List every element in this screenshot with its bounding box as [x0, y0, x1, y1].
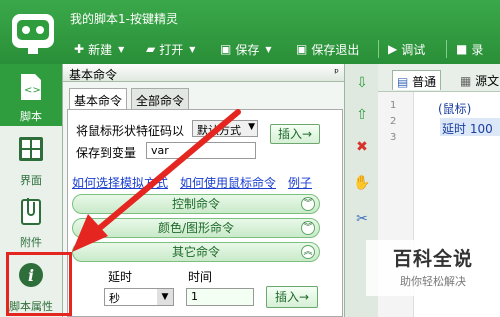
panel-title-text: 基本命令 — [69, 68, 118, 82]
double-chevron-down-icon: ︾ — [301, 197, 315, 211]
tab-all-commands[interactable]: 全部命令 — [131, 88, 190, 110]
debug-button[interactable]: ▶ 调试 — [388, 38, 425, 60]
link-example[interactable]: 例子 — [288, 174, 312, 191]
delay-label: 延时 — [108, 270, 133, 284]
move-up-icon[interactable]: ⇧ — [353, 106, 371, 124]
sidebar-item-label: 界面 — [20, 174, 42, 187]
code-line-1[interactable]: (鼠标) — [438, 100, 471, 117]
floppy-icon: ▣ — [220, 42, 232, 56]
open-button[interactable]: ▰ 打开 ▼ — [146, 38, 195, 60]
category-label: 颜色/图形命令 — [157, 221, 235, 235]
category-label: 控制命令 — [171, 197, 220, 211]
save-button[interactable]: ▣ 保存 ▼ — [220, 38, 272, 60]
double-chevron-down-icon: ︾ — [301, 221, 315, 235]
chevron-down-icon: ▼ — [189, 44, 196, 54]
play-icon: ▶ — [388, 42, 398, 56]
save-exit-label: 保存退出 — [311, 42, 360, 57]
sidebar-item-interface[interactable]: 界面 — [0, 128, 62, 190]
watermark-title: 百科全说 — [392, 248, 473, 270]
attachment-icon — [21, 198, 41, 225]
time-label: 时间 — [188, 270, 213, 284]
code-line-2[interactable]: 延时 100 — [442, 120, 493, 137]
insert-delay-button[interactable]: 插入→ — [266, 286, 318, 308]
panel-title: 基本命令 ᵖ — [63, 64, 345, 82]
script-icon: <> — [21, 74, 41, 100]
save-label: 保存 — [235, 42, 260, 57]
tab-body: 将鼠标形状特征码以 默认方式 ▼ 插入→ 保存到变量 var 如何选择模拟方式 … — [67, 109, 343, 317]
time-unit-value: 秒 — [109, 292, 120, 305]
sidebar-item-attachment[interactable]: 附件 — [0, 190, 62, 252]
category-label: 其它命令 — [171, 245, 220, 259]
line-number: 3 — [390, 132, 397, 143]
sidebar-item-label: 脚本 — [20, 110, 42, 123]
chevron-down-icon: ▼ — [265, 44, 272, 54]
watermark-logo: 百科全说 助你轻松解决 — [366, 240, 500, 296]
cursor-mode-value: 默认方式 — [197, 124, 241, 137]
app-logo-icon — [12, 14, 54, 54]
tab-label: 源文 — [475, 74, 500, 88]
title-toolbar-bar: 我的脚本1-按键精灵 ✚ 新建 ▼ ▰ 打开 ▼ ▣ 保存 ▼ ▣ 保存退出 ▶… — [0, 0, 500, 64]
time-unit-select[interactable]: 秒 ▼ — [104, 288, 174, 306]
record-button[interactable]: ■ 录 — [456, 38, 483, 60]
move-down-icon[interactable]: ⇩ — [353, 74, 371, 92]
variable-input[interactable]: var — [146, 142, 256, 159]
document-icon: ▤ — [397, 75, 409, 89]
open-label: 打开 — [159, 42, 184, 57]
camera-icon: ■ — [456, 42, 468, 56]
sidebar-item-label: 附件 — [20, 236, 42, 249]
save-exit-button[interactable]: ▣ 保存退出 — [296, 38, 359, 60]
insert-button[interactable]: 插入→ — [270, 124, 320, 144]
record-label: 录 — [471, 42, 484, 57]
watermark-subtitle: 助你轻松解决 — [400, 275, 466, 288]
debug-label: 调试 — [401, 42, 426, 57]
window-title: 我的脚本1-按键精灵 — [70, 12, 178, 26]
plus-icon: ✚ — [74, 42, 85, 56]
floppy-icon: ▣ — [296, 42, 308, 56]
grid-icon — [19, 137, 43, 161]
tab-source-view[interactable]: ▦ 源文 — [456, 70, 500, 90]
save-to-variable-label: 保存到变量 — [76, 146, 137, 160]
line-number: 2 — [390, 116, 397, 127]
chevron-down-icon: ▼ — [157, 289, 173, 305]
command-panel: 基本命令 ᵖ 基本命令 全部命令 将鼠标形状特征码以 默认方式 ▼ 插入→ 保存… — [62, 64, 345, 317]
link-mouse-commands[interactable]: 如何使用鼠标命令 — [180, 174, 276, 191]
category-control-commands[interactable]: 控制命令 ︾ — [72, 194, 320, 214]
hand-icon[interactable]: ✋ — [353, 174, 371, 192]
editor-tabs: ▤ 普通 ▦ 源文 — [378, 64, 500, 92]
toolbar-divider — [378, 40, 379, 58]
tab-normal-view[interactable]: ▤ 普通 — [392, 70, 442, 90]
toolbar-divider — [446, 40, 447, 58]
pin-icon[interactable]: ᵖ — [334, 66, 339, 79]
scissors-icon[interactable]: ✂ — [353, 210, 371, 228]
svg-text:<>: <> — [24, 85, 41, 96]
cursor-shape-label: 将鼠标形状特征码以 — [76, 124, 185, 138]
sidebar-item-script[interactable]: <> 脚本 — [0, 64, 62, 126]
category-color-graphic-commands[interactable]: 颜色/图形命令 ︾ — [72, 218, 320, 238]
tab-label: 普通 — [412, 75, 437, 89]
chevron-down-icon: ▼ — [118, 44, 125, 54]
folder-icon: ▰ — [146, 42, 156, 56]
delete-icon[interactable]: ✖ — [353, 138, 371, 156]
chevron-down-icon: ▼ — [248, 122, 255, 132]
line-number: 1 — [390, 100, 397, 111]
tab-basic-commands[interactable]: 基本命令 — [69, 88, 128, 110]
time-input[interactable]: 1 — [186, 288, 254, 306]
link-simulation-mode[interactable]: 如何选择模拟方式 — [72, 174, 168, 191]
cursor-mode-select[interactable]: 默认方式 ▼ — [192, 120, 258, 137]
double-chevron-up-icon: ︽ — [301, 245, 315, 259]
source-icon: ▦ — [460, 74, 472, 88]
highlight-box-annotation — [6, 252, 72, 316]
new-label: 新建 — [88, 42, 113, 57]
new-button[interactable]: ✚ 新建 ▼ — [74, 38, 124, 60]
category-other-commands[interactable]: 其它命令 ︽ — [72, 242, 320, 262]
